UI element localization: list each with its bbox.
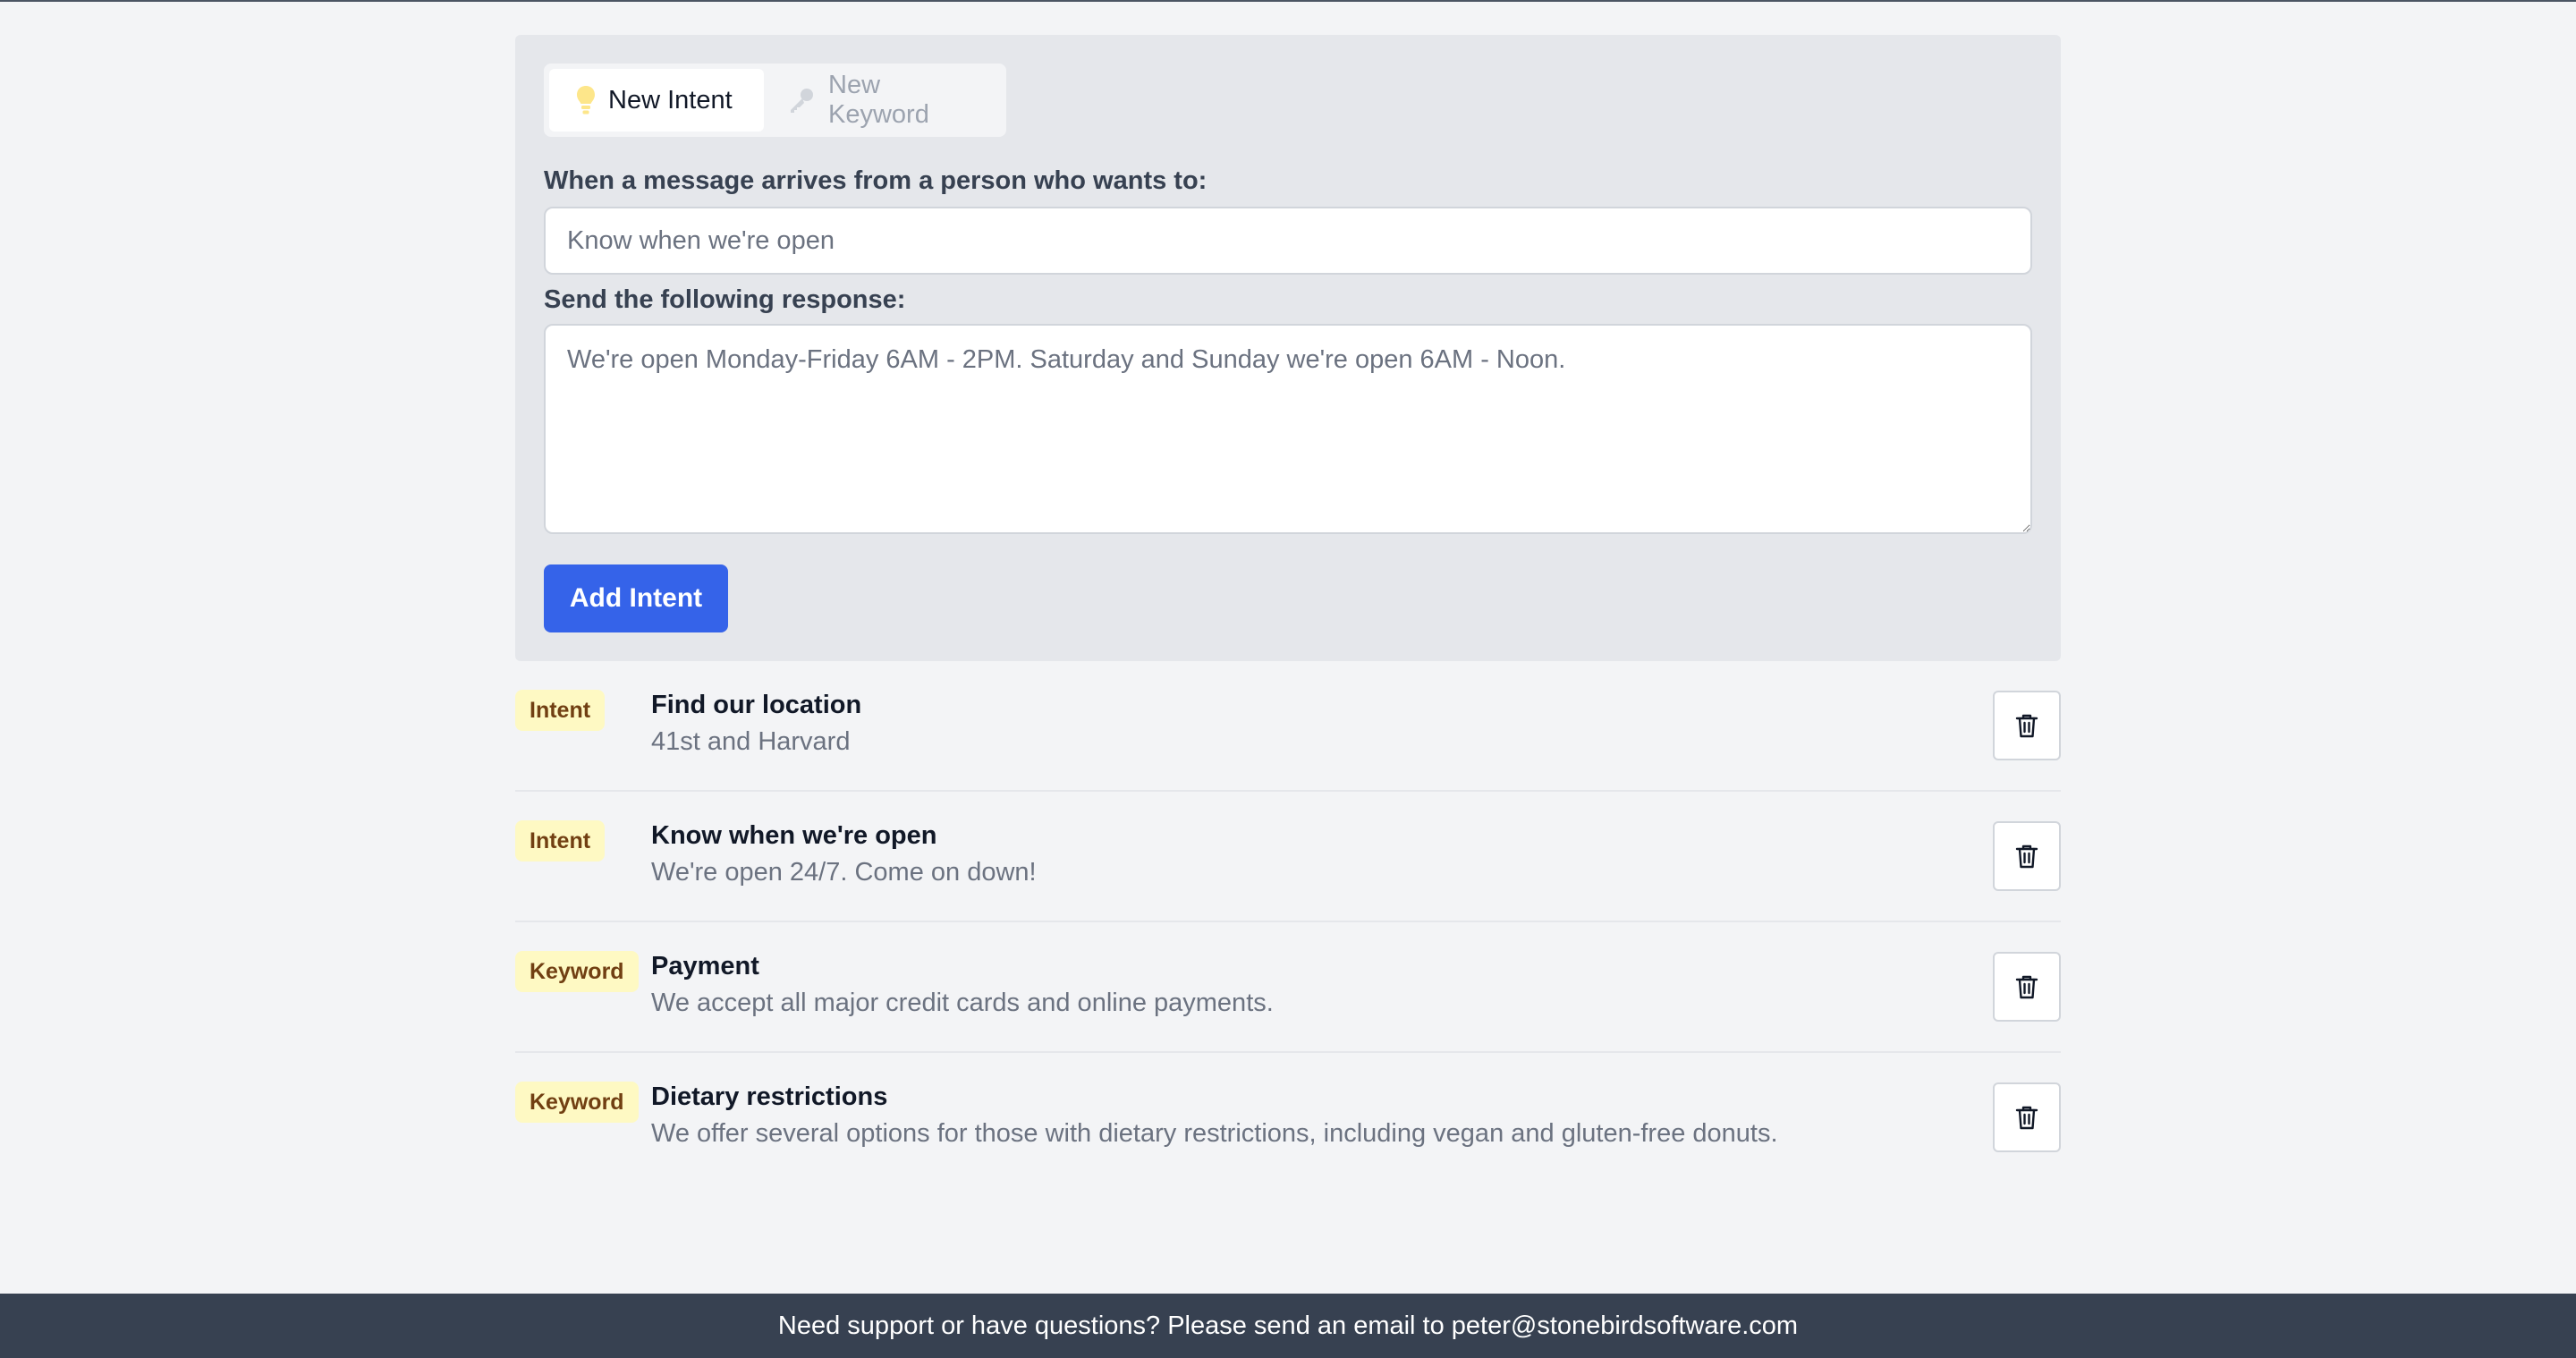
key-icon bbox=[791, 89, 813, 113]
tab-new-intent[interactable]: New Intent bbox=[549, 69, 764, 132]
tab-new-keyword[interactable]: New Keyword bbox=[767, 69, 1000, 132]
item-title: Know when we're open bbox=[651, 821, 937, 850]
item-description: We accept all major credit cards and onl… bbox=[651, 989, 1274, 1017]
item-title: Dietary restrictions bbox=[651, 1082, 888, 1111]
list-item: Keyword Dietary restrictions We offer se… bbox=[515, 1053, 2061, 1184]
tab-new-intent-label: New Intent bbox=[608, 85, 733, 115]
delete-button[interactable] bbox=[1993, 1082, 2061, 1152]
create-panel: New Intent New Keyword When a message ar… bbox=[515, 35, 2061, 661]
trash-icon bbox=[2015, 714, 2038, 738]
delete-button[interactable] bbox=[1993, 952, 2061, 1022]
trash-icon bbox=[2015, 975, 2038, 999]
type-badge: Intent bbox=[515, 690, 606, 731]
intent-input[interactable] bbox=[544, 207, 2032, 275]
list-item: Intent Find our location 41st and Harvar… bbox=[515, 661, 2061, 792]
type-tabs: New Intent New Keyword bbox=[544, 64, 1006, 137]
item-title: Find our location bbox=[651, 691, 862, 719]
intent-field-label: When a message arrives from a person who… bbox=[544, 166, 1208, 195]
item-description: We offer several options for those with … bbox=[651, 1119, 1778, 1148]
response-field-label: Send the following response: bbox=[544, 285, 906, 314]
type-badge: Intent bbox=[515, 820, 606, 861]
list-item: Keyword Payment We accept all major cred… bbox=[515, 922, 2061, 1053]
type-badge: Keyword bbox=[515, 1082, 639, 1123]
response-list: Intent Find our location 41st and Harvar… bbox=[515, 661, 2061, 1184]
add-intent-button[interactable]: Add Intent bbox=[544, 564, 728, 632]
delete-button[interactable] bbox=[1993, 691, 2061, 760]
type-badge: Keyword bbox=[515, 951, 639, 992]
item-description: We're open 24/7. Come on down! bbox=[651, 858, 1037, 887]
item-title: Payment bbox=[651, 952, 759, 980]
tab-new-keyword-label: New Keyword bbox=[828, 71, 929, 129]
trash-icon bbox=[2015, 1106, 2038, 1130]
window-top-border bbox=[0, 0, 2576, 2]
trash-icon bbox=[2015, 845, 2038, 869]
list-item: Intent Know when we're open We're open 2… bbox=[515, 792, 2061, 922]
item-description: 41st and Harvard bbox=[651, 727, 851, 756]
support-footer: Need support or have questions? Please s… bbox=[0, 1294, 2576, 1358]
delete-button[interactable] bbox=[1993, 821, 2061, 891]
response-textarea[interactable]: We're open Monday-Friday 6AM - 2PM. Satu… bbox=[544, 324, 2032, 534]
lightbulb-icon bbox=[577, 86, 595, 115]
footer-text: Need support or have questions? Please s… bbox=[777, 1311, 1799, 1340]
